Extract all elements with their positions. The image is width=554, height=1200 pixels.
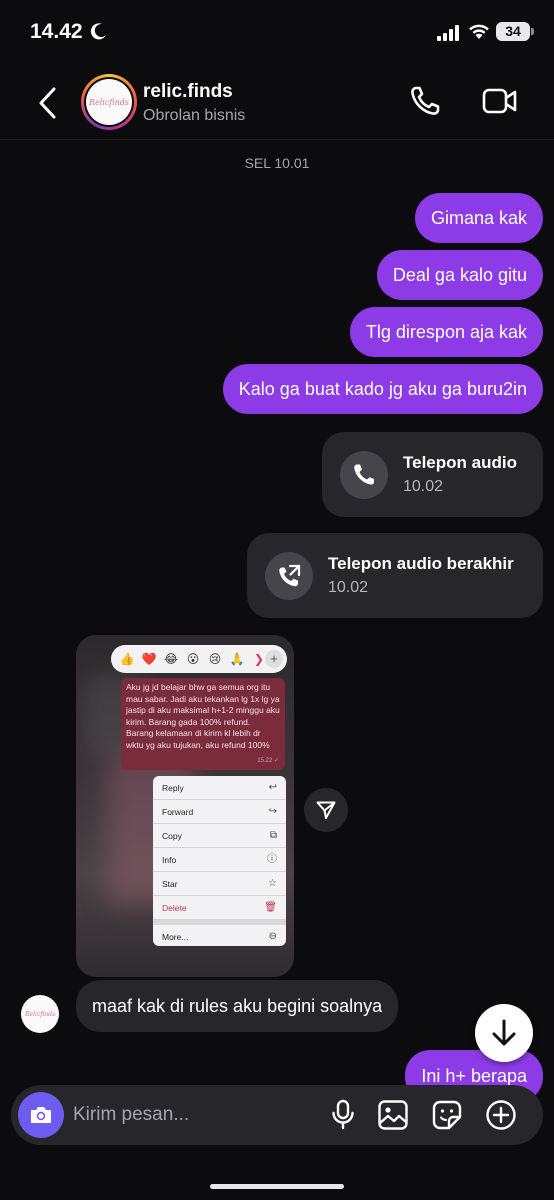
sad-emoji: 😢 bbox=[208, 652, 222, 666]
moon-icon bbox=[90, 23, 106, 40]
call-title: Telepon audio berakhir bbox=[328, 554, 514, 573]
scroll-to-bottom-button[interactable] bbox=[475, 1004, 533, 1062]
pray-emoji: 🙏 bbox=[229, 652, 245, 666]
wow-emoji: 😮 bbox=[186, 652, 200, 666]
microphone-icon[interactable] bbox=[329, 1099, 357, 1131]
contact-avatar[interactable]: Relicfinds bbox=[81, 74, 137, 130]
call-time: 10.02 bbox=[403, 478, 444, 495]
menu-item-reply: Reply ↩ bbox=[153, 776, 286, 800]
thumbs-up-emoji: 👍 bbox=[119, 652, 135, 666]
date-separator: SEL 10.01 bbox=[244, 155, 310, 171]
message-composer bbox=[11, 1085, 543, 1145]
outgoing-message[interactable]: Kalo ga buat kado jg aku ga buru2in bbox=[222, 364, 543, 414]
outgoing-message[interactable]: Deal ga kalo gitu bbox=[376, 250, 543, 300]
outgoing-message[interactable]: Gimana kak bbox=[414, 193, 543, 243]
heart-emoji: ❤️ bbox=[141, 652, 157, 666]
menu-item-info: Info ⓘ bbox=[153, 848, 286, 872]
audio-call-card[interactable]: Telepon audio 10.02 bbox=[322, 432, 543, 517]
context-menu: Reply ↩ Forward ↪ Copy ⧉ Info ⓘ Star ☆ Delete… bbox=[153, 776, 286, 946]
send-icon bbox=[316, 801, 336, 819]
message-input[interactable] bbox=[73, 1095, 313, 1135]
contact-subtitle: Obrolan bisnis bbox=[143, 107, 246, 124]
avatar-logo: Relicfinds bbox=[86, 79, 132, 125]
screenshot-message-time: 15.22 ✓ bbox=[257, 757, 279, 764]
gallery-icon[interactable] bbox=[377, 1099, 409, 1131]
outgoing-message[interactable]: Tlg direspon aja kak bbox=[349, 307, 543, 357]
laugh-emoji: 😂 bbox=[163, 652, 179, 666]
audio-call-ended-card[interactable]: Telepon audio berakhir 10.02 bbox=[247, 533, 543, 618]
menu-item-forward: Forward ↪ bbox=[153, 800, 286, 824]
screenshot-message-text: Aku jg jd belajar bhw ga semua org itu m… bbox=[126, 682, 280, 750]
add-reaction-icon: + bbox=[265, 650, 283, 668]
shared-screenshot-image[interactable]: 👍 ❤️ 😂 😮 😢 🙏 ❯ + Aku jg jd belajar bhw g… bbox=[76, 635, 294, 977]
phone-call-icon[interactable] bbox=[408, 84, 442, 118]
call-time: 10.02 bbox=[328, 579, 369, 596]
chat-header: Relicfinds relic.finds Obrolan bisnis bbox=[0, 66, 554, 140]
call-title: Telepon audio bbox=[403, 453, 517, 472]
signal-icon bbox=[437, 25, 459, 41]
trash-icon: 🗑 bbox=[264, 902, 277, 913]
home-indicator bbox=[210, 1184, 344, 1189]
contact-name[interactable]: relic.finds bbox=[143, 81, 233, 103]
phone-icon bbox=[340, 451, 388, 499]
info-icon: ⓘ bbox=[267, 854, 277, 865]
copy-icon: ⧉ bbox=[269, 830, 277, 841]
camera-icon bbox=[31, 1107, 51, 1123]
more-icon: ⊖ bbox=[268, 931, 277, 942]
reply-icon: ↩ bbox=[268, 782, 277, 793]
status-bar: 14.42 34 bbox=[0, 0, 554, 66]
menu-item-copy: Copy ⧉ bbox=[153, 824, 286, 848]
battery-icon: 34 bbox=[496, 22, 534, 41]
menu-item-delete: Delete 🗑 bbox=[153, 896, 286, 920]
sticker-icon[interactable] bbox=[431, 1099, 463, 1131]
share-button[interactable] bbox=[304, 788, 348, 832]
add-icon[interactable] bbox=[485, 1099, 517, 1131]
sender-avatar[interactable]: Relicfinds bbox=[21, 995, 59, 1033]
camera-button[interactable] bbox=[18, 1092, 64, 1138]
menu-item-more: More... ⊖ bbox=[153, 925, 286, 946]
forward-icon: ↪ bbox=[268, 806, 277, 817]
arrow-down-icon bbox=[492, 1019, 516, 1046]
video-call-icon[interactable] bbox=[482, 86, 518, 116]
menu-item-star: Star ☆ bbox=[153, 872, 286, 896]
wifi-icon bbox=[469, 24, 489, 39]
incoming-message[interactable]: maaf kak di rules aku begini soalnya bbox=[76, 980, 399, 1032]
status-time: 14.42 bbox=[30, 20, 83, 43]
back-chevron-icon[interactable] bbox=[36, 86, 58, 120]
outgoing-call-icon bbox=[265, 552, 313, 600]
screenshot-message: Aku jg jd belajar bhw ga semua org itu m… bbox=[121, 678, 285, 770]
star-icon: ☆ bbox=[268, 878, 277, 889]
reaction-bar: 👍 ❤️ 😂 😮 😢 🙏 ❯ + bbox=[111, 645, 287, 673]
